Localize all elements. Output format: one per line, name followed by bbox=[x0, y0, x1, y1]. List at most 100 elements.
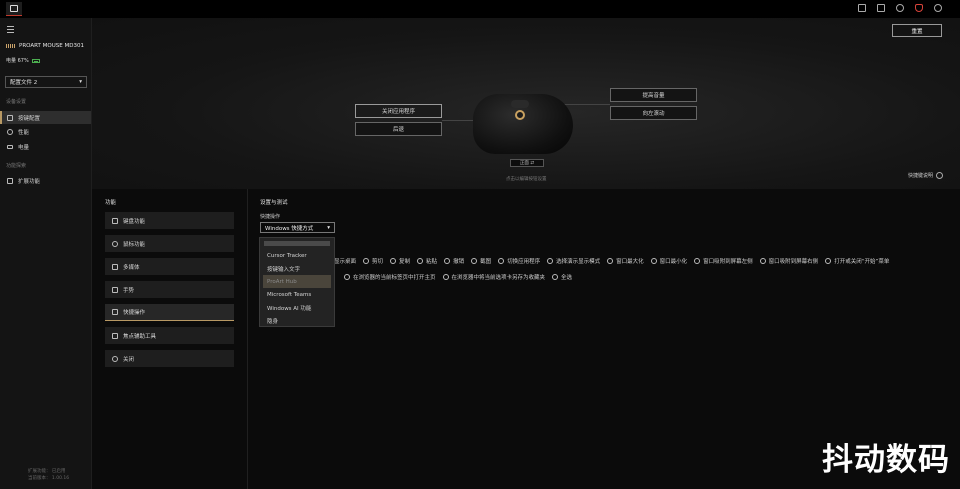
menu-icon[interactable] bbox=[7, 26, 14, 35]
radio-show-desktop[interactable]: 显示桌面 bbox=[334, 257, 356, 265]
mouse-icon bbox=[112, 240, 118, 247]
radio-open-homepage[interactable]: 在浏览器的当前标签页中打开主页 bbox=[344, 273, 436, 281]
radio-dot bbox=[363, 258, 370, 264]
reset-button[interactable]: 重置 bbox=[892, 24, 942, 37]
shortcut-help-label: 快捷键说明 bbox=[908, 173, 934, 179]
shortcut-icon bbox=[112, 309, 118, 315]
radio-label: 窗口最小化 bbox=[659, 259, 688, 265]
section-feature-explore: 功能探索 bbox=[6, 163, 27, 169]
function-focus-tools[interactable]: 焦点辅助工具 bbox=[105, 327, 234, 344]
dropdown-option[interactable]: Windows AI 功能 bbox=[260, 301, 334, 314]
radio-label: 切换应用程序 bbox=[507, 259, 541, 265]
function-disable[interactable]: 关闭 bbox=[105, 350, 234, 367]
mouse-icon bbox=[7, 114, 13, 121]
function-label: 鼠标功能 bbox=[123, 241, 146, 248]
function-panel: 功能 键盘功能 鼠标功能 多媒体 手势 快捷操作 焦点辅助工具 关闭 bbox=[92, 189, 248, 489]
sidebar-item-label: 按键配置 bbox=[18, 115, 41, 122]
radio-label: 窗口吸附到屏幕右侧 bbox=[768, 259, 819, 265]
radio-dot bbox=[344, 274, 350, 280]
bell-icon[interactable] bbox=[915, 4, 923, 12]
device-brand-icon bbox=[6, 44, 16, 48]
radio-label: 窗口最大化 bbox=[616, 259, 644, 265]
function-gesture[interactable]: 手势 bbox=[105, 281, 234, 298]
radio-switch-app[interactable]: 切换应用程序 bbox=[498, 257, 540, 265]
battery-icon bbox=[7, 144, 13, 149]
callout-left-top[interactable]: 关闭应用程序 bbox=[355, 104, 442, 118]
section-device-settings: 设备设置 bbox=[6, 99, 27, 105]
armoury-logo-icon bbox=[10, 5, 18, 12]
battery-level-icon bbox=[31, 58, 40, 63]
sidebar-item-performance[interactable]: 性能 bbox=[0, 125, 91, 138]
function-shortcut[interactable]: 快捷操作 bbox=[105, 304, 234, 321]
view-toggle-button[interactable]: 正面 ⇄ bbox=[510, 159, 544, 167]
disable-icon bbox=[112, 355, 118, 362]
radio-cut[interactable]: 剪切 bbox=[363, 257, 383, 265]
battery-status: 电量 67% bbox=[6, 57, 40, 64]
shortcut-type-dropdown: Cursor Tracker 按键输入文字 ProArt Hub Microso… bbox=[259, 237, 335, 327]
app-home-button[interactable] bbox=[6, 2, 22, 16]
sync-icon[interactable] bbox=[896, 4, 904, 12]
watermark-text: 抖动数码 bbox=[822, 442, 950, 478]
radio-row-2: 在浏览器的当前标签页中打开主页 在浏览器中将当前选项卡另存为收藏夹 全选 bbox=[344, 273, 572, 281]
radio-snap-right[interactable]: 窗口吸附到屏幕右侧 bbox=[759, 257, 819, 265]
scroll-wheel-button[interactable] bbox=[515, 110, 525, 120]
dropdown-option[interactable]: Cursor Tracker bbox=[260, 249, 334, 262]
function-label: 多媒体 bbox=[123, 264, 140, 271]
radio-screenshot[interactable]: 截图 bbox=[471, 257, 491, 265]
radio-copy[interactable]: 复制 bbox=[390, 257, 410, 265]
radio-presentation-mode[interactable]: 选择演示显示模式 bbox=[547, 257, 600, 265]
radio-label: 全选 bbox=[561, 275, 573, 281]
chevron-down-icon: ▾ bbox=[79, 79, 82, 85]
version-info: 扩展功能： 已启用 当前版本： 1.00.16 bbox=[28, 468, 69, 482]
dropdown-option-hover[interactable]: ProArt Hub bbox=[263, 275, 331, 288]
radio-dot bbox=[442, 274, 449, 280]
keyboard-icon bbox=[112, 217, 118, 224]
radio-snap-left[interactable]: 窗口吸附到屏幕左侧 bbox=[694, 257, 753, 265]
radio-label: 显示桌面 bbox=[334, 259, 357, 265]
radio-minimize[interactable]: 窗口最小化 bbox=[650, 257, 688, 265]
gesture-icon bbox=[112, 286, 118, 293]
shortcut-help-link[interactable]: 快捷键说明 bbox=[908, 172, 944, 179]
media-icon bbox=[112, 263, 118, 270]
settings-icon[interactable] bbox=[934, 4, 942, 12]
radio-paste[interactable]: 粘贴 bbox=[417, 257, 437, 265]
sidebar-item-label: 性能 bbox=[18, 129, 30, 136]
radio-dot bbox=[552, 274, 559, 280]
dropdown-option[interactable]: 隐身 bbox=[260, 314, 334, 327]
mouse-side-buttons[interactable] bbox=[511, 100, 529, 108]
shortcut-type-value: Windows 快捷方式 bbox=[265, 225, 314, 232]
chevron-down-icon: ▾ bbox=[327, 224, 330, 231]
radio-start-menu[interactable]: 打开或关闭“开始”菜单 bbox=[825, 257, 889, 265]
function-multimedia[interactable]: 多媒体 bbox=[105, 258, 234, 275]
callout-right-top[interactable]: 提高音量 bbox=[610, 88, 697, 102]
app-version: 当前版本： 1.00.16 bbox=[28, 476, 70, 481]
sidebar-item-button-config[interactable]: 按键配置 bbox=[0, 111, 91, 124]
shortcut-type-select[interactable]: Windows 快捷方式 ▾ bbox=[260, 222, 335, 233]
radio-label: 粘贴 bbox=[426, 259, 438, 265]
radio-bookmark-tab[interactable]: 在浏览器中将当前选项卡另存为收藏夹 bbox=[442, 273, 545, 281]
image-icon[interactable] bbox=[877, 4, 885, 12]
dropdown-option[interactable]: 按键输入文字 bbox=[260, 262, 334, 275]
function-label: 关闭 bbox=[123, 356, 135, 363]
profile-select[interactable]: 配置文件 2 ▾ bbox=[5, 76, 87, 88]
keyboard-icon[interactable] bbox=[858, 4, 866, 12]
radio-select-all[interactable]: 全选 bbox=[552, 273, 572, 281]
device-name: PROART MOUSE MD301 bbox=[19, 43, 84, 49]
radio-dot bbox=[650, 258, 657, 264]
radio-maximize[interactable]: 窗口最大化 bbox=[607, 257, 644, 265]
function-mouse[interactable]: 鼠标功能 bbox=[105, 235, 234, 252]
callout-left-bottom[interactable]: 后退 bbox=[355, 122, 442, 136]
callout-right-bottom[interactable]: 向左滚动 bbox=[610, 106, 697, 120]
gauge-icon bbox=[7, 128, 13, 135]
radio-dot bbox=[417, 258, 424, 264]
radio-dot bbox=[607, 258, 614, 264]
function-keyboard[interactable]: 键盘功能 bbox=[105, 212, 234, 229]
radio-dot bbox=[471, 258, 478, 264]
settings-title: 设置与测试 bbox=[260, 200, 288, 206]
sidebar-item-extensions[interactable]: 扩展功能 bbox=[0, 174, 91, 187]
radio-undo[interactable]: 撤销 bbox=[444, 257, 464, 265]
radio-dot bbox=[390, 258, 397, 264]
sidebar-item-power[interactable]: 电量 bbox=[0, 140, 91, 153]
title-bar bbox=[0, 0, 960, 18]
dropdown-option[interactable]: Microsoft Teams bbox=[260, 288, 334, 301]
